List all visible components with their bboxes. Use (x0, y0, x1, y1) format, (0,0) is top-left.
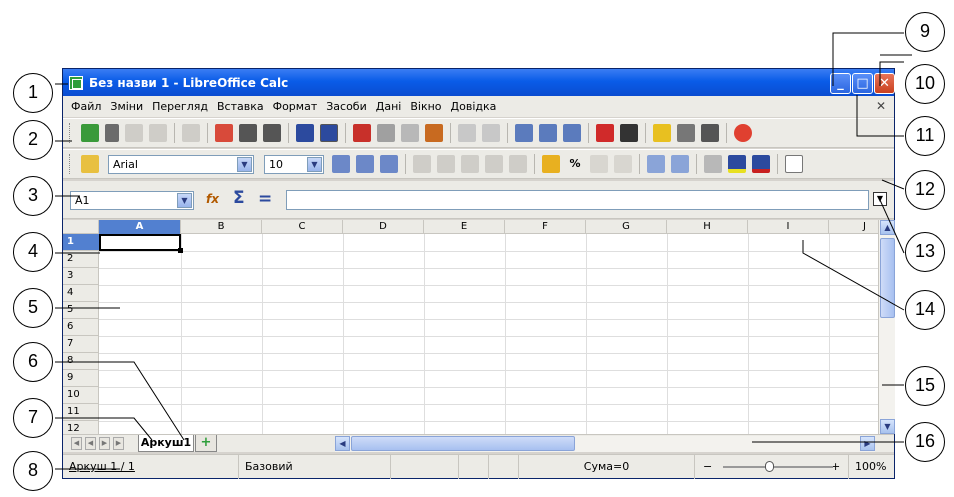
callout-15: 15 (905, 366, 945, 406)
callout-1: 1 (13, 73, 53, 113)
callout-13: 13 (905, 232, 945, 272)
callout-7: 7 (13, 398, 53, 438)
callout-11: 11 (905, 116, 945, 156)
callout-9: 9 (905, 12, 945, 52)
callout-2: 2 (13, 120, 53, 160)
callout-5: 5 (13, 288, 53, 328)
callout-14: 14 (905, 290, 945, 330)
callout-8: 8 (13, 451, 53, 491)
callout-4: 4 (13, 232, 53, 272)
callout-3: 3 (13, 176, 53, 216)
callout-leader-lines (55, 32, 912, 470)
callout-16: 16 (905, 422, 945, 462)
callout-10: 10 (905, 64, 945, 104)
callout-12: 12 (905, 170, 945, 210)
callout-6: 6 (13, 342, 53, 382)
